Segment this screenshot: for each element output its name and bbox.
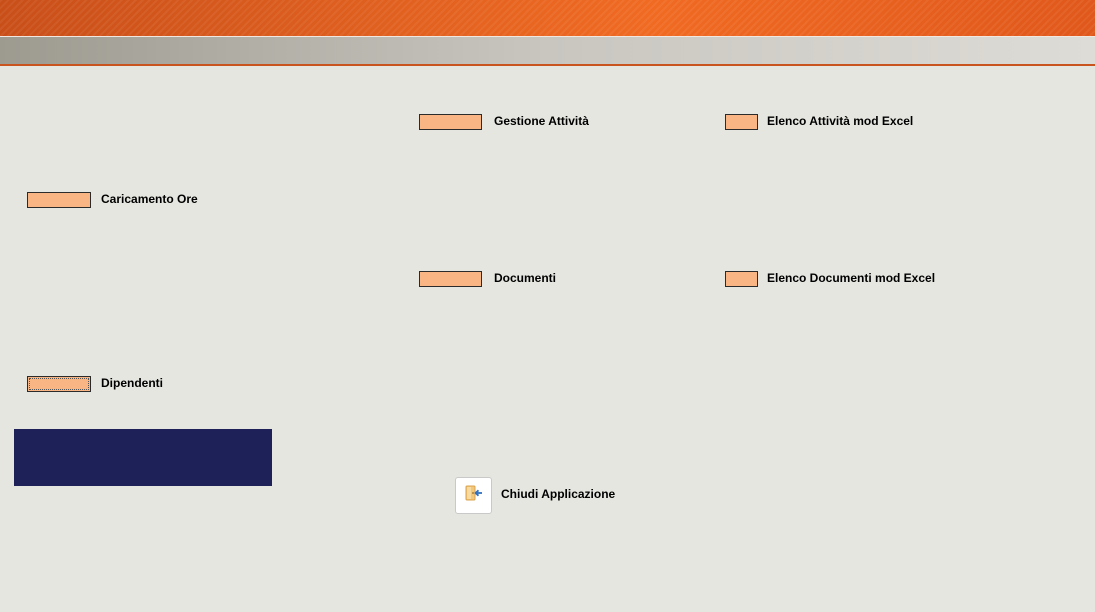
chiudi-applicazione-button[interactable] — [455, 477, 492, 514]
elenco-attivita-excel-label[interactable]: Elenco Attività mod Excel — [767, 114, 913, 128]
chiudi-applicazione-label[interactable]: Chiudi Applicazione — [501, 487, 615, 501]
elenco-documenti-excel-button[interactable] — [725, 271, 758, 287]
navy-panel — [14, 429, 272, 486]
gestione-attivita-button[interactable] — [419, 114, 482, 130]
documenti-button[interactable] — [419, 271, 482, 287]
caricamento-ore-label[interactable]: Caricamento Ore — [101, 192, 198, 206]
gestione-attivita-label[interactable]: Gestione Attività — [494, 114, 589, 128]
caricamento-ore-button[interactable] — [27, 192, 91, 208]
exit-door-icon — [464, 484, 484, 507]
header-banner — [0, 0, 1095, 36]
header-subbar — [0, 36, 1095, 64]
documenti-label[interactable]: Documenti — [494, 271, 556, 285]
dipendenti-label[interactable]: Dipendenti — [101, 376, 163, 390]
dipendenti-button[interactable] — [27, 376, 91, 392]
elenco-documenti-excel-label[interactable]: Elenco Documenti mod Excel — [767, 271, 935, 285]
header-divider — [0, 64, 1095, 66]
elenco-attivita-excel-button[interactable] — [725, 114, 758, 130]
